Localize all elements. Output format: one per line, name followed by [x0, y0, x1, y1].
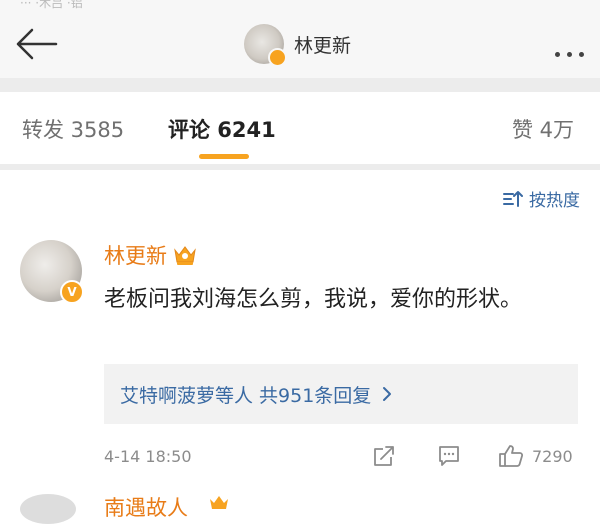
sort-button[interactable]: 按热度: [503, 186, 580, 211]
divider: [0, 78, 600, 92]
comment-time: 4-14 18:50: [104, 446, 192, 466]
like-count: 7290: [532, 446, 573, 466]
share-icon: [374, 446, 394, 466]
status-bar: ··· ·木吕 ·铝: [0, 0, 600, 10]
comment-text: 老板问我刘海怎么剪，我说，爱你的形状。: [104, 287, 523, 312]
tab-like[interactable]: 赞 4万: [512, 114, 574, 144]
like-button[interactable]: 7290: [498, 444, 573, 468]
next-comment-author[interactable]: 南遇故人: [104, 492, 188, 522]
sort-icon: [503, 190, 523, 207]
active-tab-indicator: [199, 154, 249, 159]
tab-bar: 转发 3585 评论 6241 赞 4万: [0, 92, 600, 164]
replies-summary[interactable]: 艾特啊菠萝等人 共951条回复: [104, 364, 578, 424]
verified-badge: [268, 48, 287, 67]
verified-badge: V: [60, 280, 84, 304]
comment-button[interactable]: [437, 444, 461, 472]
comment-avatar[interactable]: V: [20, 240, 84, 304]
top-bar: 林更新: [0, 10, 600, 78]
chevron-right-icon: [383, 387, 392, 401]
tab-repost[interactable]: 转发 3585: [22, 114, 124, 144]
next-comment-avatar[interactable]: [20, 494, 76, 524]
page-title: 林更新: [294, 34, 352, 57]
crown-icon: [210, 496, 228, 509]
more-icon: [548, 42, 584, 61]
replies-summary-text: 艾特啊菠萝等人 共951条回复: [120, 384, 372, 407]
share-button[interactable]: [372, 444, 396, 472]
crown-icon: [174, 246, 196, 265]
back-arrow-icon: [16, 28, 58, 60]
back-button[interactable]: [14, 26, 58, 62]
like-icon: [499, 445, 524, 467]
comment-author-name: 林更新: [104, 244, 167, 268]
comment-icon: [439, 446, 459, 466]
sort-label: 按热度: [529, 191, 580, 211]
header-user[interactable]: 林更新: [244, 22, 352, 67]
comment-meta: 4-14 18:50 7290: [104, 444, 580, 468]
divider: [0, 164, 600, 170]
more-button[interactable]: [548, 42, 584, 61]
comment-author[interactable]: 林更新: [104, 240, 197, 270]
avatar[interactable]: [244, 24, 287, 67]
tab-comment[interactable]: 评论 6241: [168, 114, 276, 144]
